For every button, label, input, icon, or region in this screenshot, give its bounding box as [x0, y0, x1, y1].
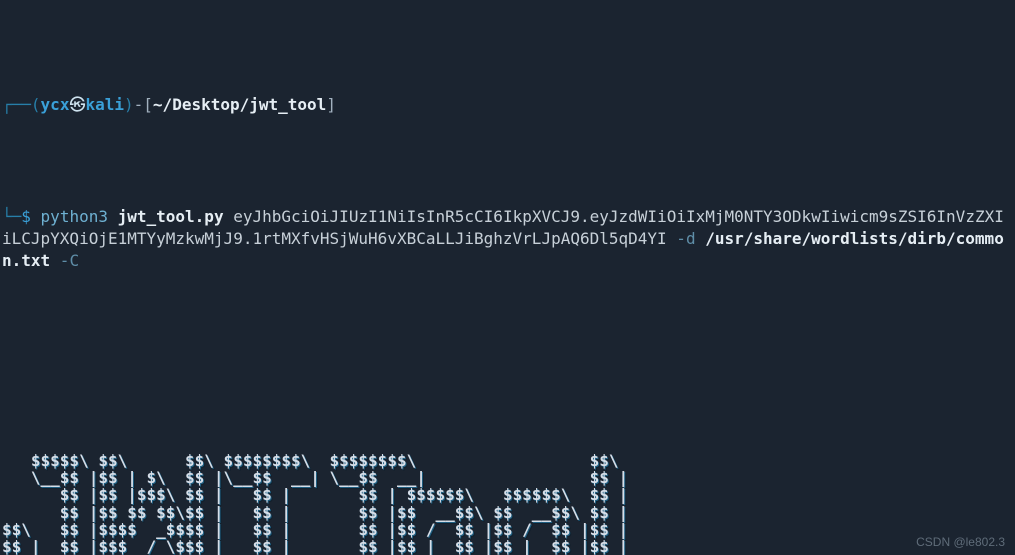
- skull-icon: ㉿: [69, 95, 85, 114]
- flag-c: -C: [50, 251, 79, 270]
- prompt-host: kali: [85, 95, 124, 114]
- interpreter: python3: [41, 207, 118, 226]
- paren-open: (: [31, 95, 41, 114]
- brack-close: ]: [326, 95, 336, 114]
- brack-open: [: [143, 95, 153, 114]
- blank-line: [2, 340, 1013, 362]
- flag-d: -d: [667, 229, 706, 248]
- jwt-tool-logo: $$$$$\ $$\ $$\ $$$$$$$$\ $$$$$$$$\ $$\ \…: [2, 452, 1013, 555]
- terminal[interactable]: ┌──(ycx㉿kali)-[~/Desktop/jwt_tool] └─$ p…: [0, 0, 1015, 555]
- prompt-top-1: ┌──(ycx㉿kali)-[~/Desktop/jwt_tool]: [2, 94, 1013, 116]
- prompt-path: ~/Desktop/jwt_tool: [153, 95, 326, 114]
- script-name: jwt_tool.py: [118, 207, 224, 226]
- watermark: CSDN @le802.3: [916, 534, 1005, 551]
- paren-close: ): [124, 95, 134, 114]
- prompt-sigil: $: [21, 207, 31, 226]
- corner-bot: └─: [2, 207, 21, 226]
- corner-top: ┌──: [2, 95, 31, 114]
- prompt-user: ycx: [41, 95, 70, 114]
- prompt-dash: -: [134, 95, 144, 114]
- command-line: └─$ python3 jwt_tool.py eyJhbGciOiJIUzI1…: [2, 206, 1013, 273]
